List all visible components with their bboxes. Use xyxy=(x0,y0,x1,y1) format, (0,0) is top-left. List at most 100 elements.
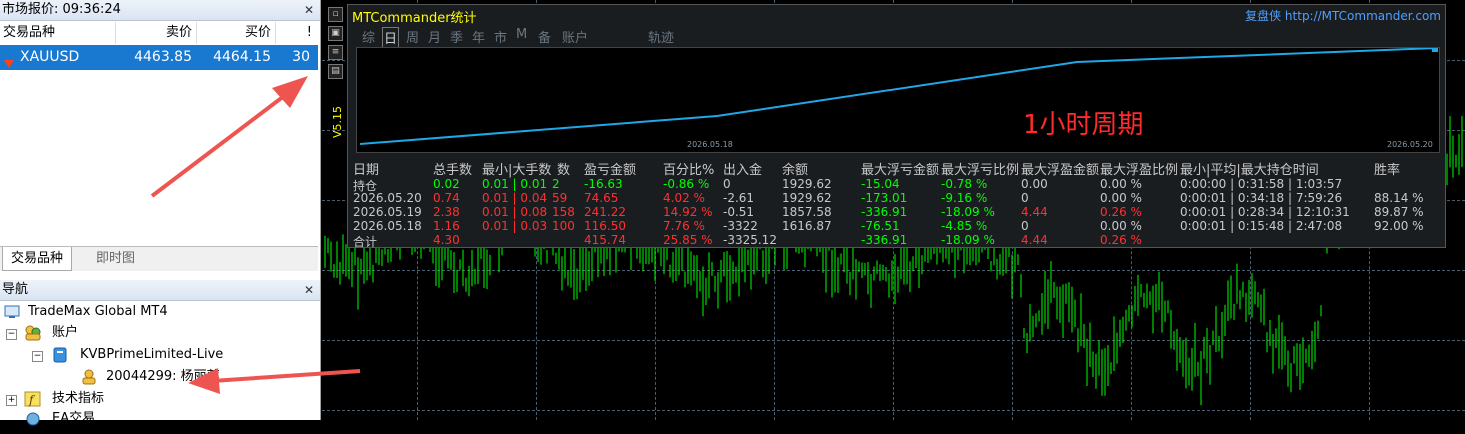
tab-month[interactable]: 月 xyxy=(428,27,441,46)
cell-win: 89.87 % xyxy=(1374,205,1424,219)
tab-day[interactable]: 日 xyxy=(382,27,400,48)
cell-maxgain: 4.44 xyxy=(1021,233,1048,247)
minimize-icon[interactable]: ▫ xyxy=(328,7,343,22)
hdr-balance: 余额 xyxy=(782,163,809,178)
cell-hold: 0:00:01 | 0:15:48 | 2:47:08 xyxy=(1180,219,1343,233)
cell-io: -0.51 xyxy=(723,205,755,219)
cell-pnl: 74.65 xyxy=(584,191,619,205)
cell-maxloss_pct: -18.09 % xyxy=(941,233,995,247)
hdr-io: 出入金 xyxy=(723,163,763,178)
tab-year[interactable]: 年 xyxy=(472,27,485,46)
stat-brand[interactable]: 复盘侠 http://MTCommander.com xyxy=(1245,7,1441,24)
tab-quarter[interactable]: 季 xyxy=(450,27,463,46)
timeframe-annotation: 1小时周期 xyxy=(1023,110,1144,140)
close-icon[interactable]: ✕ xyxy=(304,280,314,300)
quote-row-xauusd[interactable]: XAUUSD 4463.85 4464.15 30 xyxy=(0,45,318,70)
hdr-pnl: 盈亏金额 xyxy=(584,163,637,178)
cell-io: -3322 xyxy=(723,219,758,233)
equity-plot: 2026.05.18 2026.05.20 1小时周期 xyxy=(356,47,1440,153)
cell-maxgain_pct: 0.00 % xyxy=(1100,191,1142,205)
close-icon[interactable]: ✕ xyxy=(304,0,314,20)
cell-minmax: 0.01 | 0.04 xyxy=(482,191,548,205)
scale-icon[interactable]: ▤ xyxy=(328,64,343,79)
cell-maxloss_pct: -9.16 % xyxy=(941,191,988,205)
cell-count: 100 xyxy=(552,219,575,233)
cell-pct: -0.86 % xyxy=(663,177,710,191)
cell-minmax: 0.01 | 0.08 xyxy=(482,205,548,219)
navigator-header[interactable]: 导航 ✕ xyxy=(0,280,320,301)
expand-icon[interactable]: + xyxy=(6,395,17,406)
cell-pct: 25.85 % xyxy=(663,233,713,247)
tab-market[interactable]: 市 xyxy=(494,27,507,46)
cell-date: 2026.05.20 xyxy=(353,191,422,205)
indicators-label: 技术指标 xyxy=(52,391,105,406)
cell-pct: 4.02 % xyxy=(663,191,705,205)
account-number-label: 20044299: 杨丽萍 xyxy=(106,369,220,384)
cell-lots: 1.16 xyxy=(433,219,460,233)
terminal-icon xyxy=(4,305,22,319)
collapse-icon[interactable]: − xyxy=(32,351,43,362)
hdr-maxgain-pct: 最大浮盈比例 xyxy=(1100,163,1179,178)
hdr-maxloss-pct: 最大浮亏比例 xyxy=(941,163,1020,178)
cell-count: 158 xyxy=(552,205,575,219)
date-start-label: 2026.05.18 xyxy=(687,140,733,149)
cell-balance: 1929.62 xyxy=(782,177,832,191)
col-symbol[interactable]: 交易品种 xyxy=(3,22,116,44)
collapse-icon[interactable]: − xyxy=(6,329,17,340)
market-watch-header[interactable]: 市场报价: 09:36:24 ✕ xyxy=(0,0,320,21)
accounts-icon xyxy=(24,325,42,341)
tab-week[interactable]: 周 xyxy=(406,27,419,46)
tab-m[interactable]: M xyxy=(516,27,527,42)
cell-hold: 0:00:01 | 0:28:34 | 12:10:31 xyxy=(1180,205,1350,219)
accounts-label: 账户 xyxy=(52,325,79,340)
cell-win: 92.00 % xyxy=(1374,219,1424,233)
tab-symbols[interactable]: 交易品种 xyxy=(2,247,73,271)
cell-maxgain_pct: 0.00 % xyxy=(1100,219,1142,233)
left-panel: 市场报价: 09:36:24 ✕ 交易品种 卖价 买价 ! XAUUSD 446… xyxy=(0,0,321,426)
date-end-label: 2026.05.20 xyxy=(1387,140,1433,149)
cell-balance: 1857.58 xyxy=(782,205,832,219)
cell-io: -3325.12 xyxy=(723,233,777,247)
cell-maxgain: 0 xyxy=(1021,191,1029,205)
tab-note[interactable]: 备 xyxy=(538,27,551,46)
cell-maxgain_pct: 0.00 % xyxy=(1100,177,1142,191)
cell-pnl: 116.50 xyxy=(584,219,626,233)
spread-value: 30 xyxy=(292,49,310,65)
col-spread[interactable]: ! xyxy=(276,22,316,44)
tab-trajectory[interactable]: 轨迹 xyxy=(648,27,674,46)
cell-maxgain_pct: 0.26 % xyxy=(1100,205,1142,219)
hdr-maxloss: 最大浮亏金额 xyxy=(861,163,940,178)
user-icon xyxy=(80,369,98,385)
hdr-lots: 总手数 xyxy=(433,163,473,178)
cell-io: -2.61 xyxy=(723,191,755,205)
cell-maxloss: -173.01 xyxy=(861,191,908,205)
tab-summary[interactable]: 综 xyxy=(362,27,375,46)
navigator-title: 导航 xyxy=(2,282,29,297)
arrow-down-icon xyxy=(4,52,14,68)
tab-tick-chart[interactable]: 即时图 xyxy=(88,247,143,270)
server-icon xyxy=(52,347,68,363)
cell-maxloss: -76.51 xyxy=(861,219,900,233)
cell-maxgain: 0.00 xyxy=(1021,177,1048,191)
cell-lots: 4.30 xyxy=(433,233,460,247)
cell-lots: 0.02 xyxy=(433,177,460,191)
cell-maxloss: -336.91 xyxy=(861,233,908,247)
hdr-pct: 百分比% xyxy=(663,163,715,178)
hdr-winrate: 胜率 xyxy=(1374,163,1401,178)
cell-maxgain: 0 xyxy=(1021,219,1029,233)
cell-maxloss_pct: -18.09 % xyxy=(941,205,995,219)
equity-end-marker xyxy=(1432,48,1438,52)
cell-io: 0 xyxy=(723,177,731,191)
chart-type-icon[interactable]: ≡ xyxy=(328,45,343,60)
cell-pnl: 241.22 xyxy=(584,205,626,219)
brand-url[interactable]: http://MTCommander.com xyxy=(1285,9,1441,23)
tab-account[interactable]: 账户 xyxy=(562,27,588,46)
cell-maxloss_pct: -0.78 % xyxy=(941,177,988,191)
version-label: V5.15 xyxy=(331,105,344,138)
cell-maxgain_pct: 0.26 % xyxy=(1100,233,1142,247)
col-ask[interactable]: 买价 xyxy=(197,22,276,44)
col-bid[interactable]: 卖价 xyxy=(118,22,197,44)
restore-icon[interactable]: ▣ xyxy=(328,26,343,41)
symbol-name: XAUUSD xyxy=(20,49,80,65)
hdr-minmax: 最小|大手数 xyxy=(482,163,552,178)
